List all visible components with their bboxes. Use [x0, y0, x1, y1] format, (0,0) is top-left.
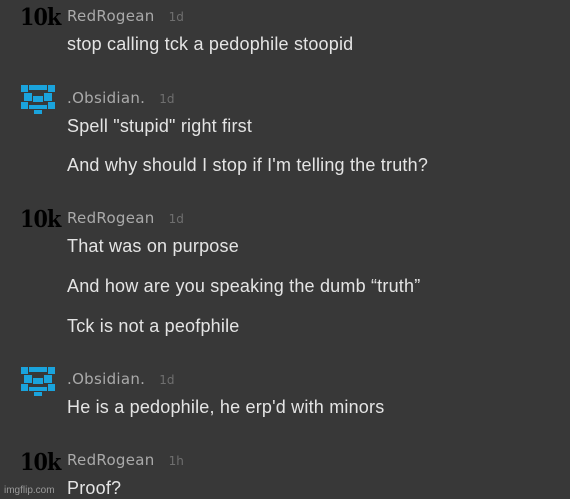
username[interactable]: .Obsidian.	[67, 89, 145, 107]
watermark: imgflip.com	[4, 485, 55, 496]
comment-header: .Obsidian. 1d	[67, 370, 175, 389]
comment-header: RedRogean 1d	[67, 209, 184, 228]
avatar[interactable]: 10k	[20, 206, 61, 233]
username[interactable]: RedRogean	[67, 451, 155, 469]
username[interactable]: RedRogean	[67, 7, 155, 25]
message-line: Tck is not a peofphile	[67, 316, 240, 336]
pixel-face-icon[interactable]	[20, 366, 56, 396]
timestamp: 1d	[168, 10, 184, 24]
username[interactable]: RedRogean	[67, 209, 155, 227]
pixel-face-icon[interactable]	[20, 84, 56, 114]
message-line: stop calling tck a pedophile stoopid	[67, 34, 354, 54]
timestamp: 1d	[159, 92, 175, 106]
comment-header: RedRogean 1d	[67, 7, 184, 26]
timestamp: 1d	[159, 373, 175, 387]
comment-header: RedRogean 1h	[67, 451, 184, 470]
message-line: Spell "stupid" right first	[67, 116, 253, 136]
username[interactable]: .Obsidian.	[67, 370, 145, 388]
message-line: He is a pedophile, he erp'd with minors	[67, 397, 385, 417]
comment-header: .Obsidian. 1d	[67, 89, 175, 108]
message-line: And how are you speaking the dumb “truth…	[67, 276, 421, 296]
message-line: That was on purpose	[67, 236, 239, 256]
message-line: And why should I stop if I'm telling the…	[67, 155, 429, 175]
timestamp: 1d	[168, 212, 184, 226]
avatar[interactable]: 10k	[20, 4, 61, 31]
avatar[interactable]: 10k	[20, 449, 61, 476]
message-line: Proof?	[67, 478, 122, 498]
timestamp: 1h	[168, 454, 184, 468]
